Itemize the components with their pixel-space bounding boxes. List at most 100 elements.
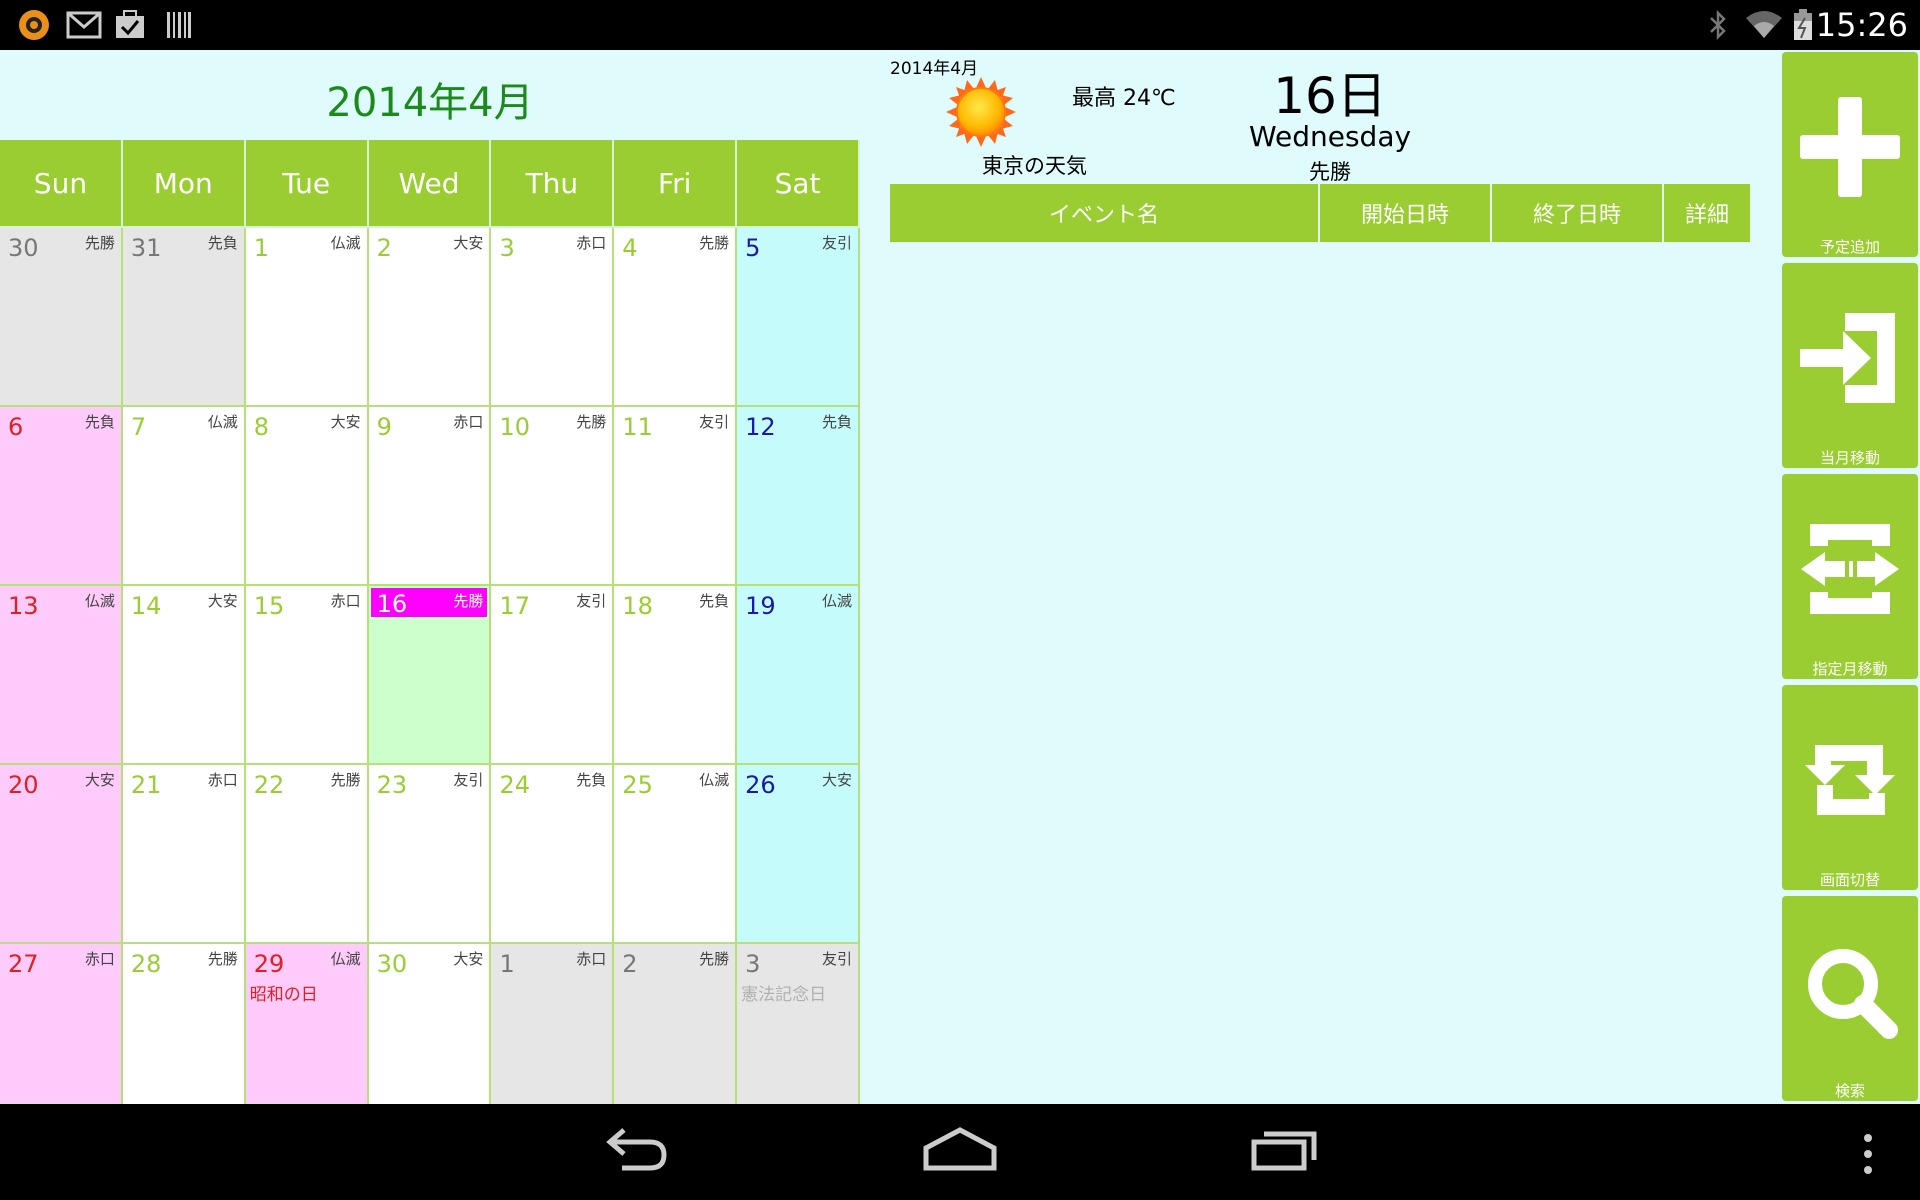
col-start-datetime[interactable]: 開始日時 xyxy=(1320,184,1492,242)
day-cell[interactable]: 22 先勝 xyxy=(245,765,369,944)
day-cell[interactable]: 3 友引 憲法記念日 xyxy=(737,944,861,1104)
plus-icon xyxy=(1800,97,1900,197)
add-event-button[interactable]: 予定追加 xyxy=(1782,52,1918,257)
day-number: 2 xyxy=(622,950,638,978)
day-cell[interactable]: 19 仏滅 xyxy=(737,586,861,765)
gmail-icon xyxy=(66,10,102,40)
day-cell[interactable]: 18 先負 xyxy=(614,586,738,765)
back-icon[interactable] xyxy=(600,1122,672,1186)
day-number: 7 xyxy=(130,413,147,441)
day-cell[interactable]: 5 友引 xyxy=(737,228,861,407)
day-number: 10 xyxy=(499,413,530,441)
day-cell[interactable]: 28 先勝 xyxy=(122,944,246,1104)
day-number: 29 xyxy=(253,950,285,978)
calendar-week: 27 赤口 28 先勝 29 仏滅 昭和の日 30 大安 1 赤口 2 先勝 3 友引 憲法記念日 xyxy=(0,944,861,1104)
move-current-month-button[interactable]: 当月移動 xyxy=(1782,263,1918,468)
wifi-icon xyxy=(1744,10,1784,40)
day-cell[interactable]: 4 先勝 xyxy=(614,228,738,407)
rokuyo-label: 先勝 xyxy=(699,234,730,252)
col-event-name[interactable]: イベント名 xyxy=(890,184,1320,242)
day-cell[interactable]: 15 赤口 xyxy=(245,586,369,765)
day-cell[interactable]: 17 友引 xyxy=(491,586,615,765)
switch-screen-label: 画面切替 xyxy=(1819,871,1880,889)
app-logo-icon xyxy=(18,10,50,40)
day-cell[interactable]: 8 大安 xyxy=(245,407,369,586)
status-clock: 15:26 xyxy=(1815,6,1908,44)
day-cell[interactable]: 2 先勝 xyxy=(614,944,738,1104)
day-cell[interactable]: 12 先負 xyxy=(737,407,861,586)
day-cell[interactable]: 27 赤口 xyxy=(0,944,123,1104)
menu-icon[interactable] xyxy=(1860,1132,1876,1180)
day-number: 12 xyxy=(745,413,776,441)
weekday-sun: Sun xyxy=(0,140,123,228)
sun-icon xyxy=(945,76,1017,148)
day-number: 21 xyxy=(130,771,162,799)
day-number: 28 xyxy=(130,950,162,978)
day-number: 3 xyxy=(499,234,515,262)
day-cell[interactable]: 23 友引 xyxy=(368,765,492,944)
rokuyo-label: 先勝 xyxy=(207,950,238,968)
day-cell[interactable]: 26 大安 xyxy=(737,765,861,944)
col-details[interactable]: 詳細 xyxy=(1664,184,1750,242)
rokuyo-label: 先勝 xyxy=(576,413,607,431)
rokuyo-label: 赤口 xyxy=(453,413,484,431)
holiday-name: 昭和の日 xyxy=(249,985,318,1005)
day-cell[interactable]: 30 大安 xyxy=(368,944,492,1104)
rokuyo-label: 先勝 xyxy=(330,771,361,789)
search-button[interactable]: 検索 xyxy=(1782,896,1918,1101)
day-cell[interactable]: 14 大安 xyxy=(122,586,246,765)
rokuyo-label: 先負 xyxy=(576,771,607,789)
rokuyo-label: 赤口 xyxy=(84,950,115,968)
day-cell[interactable]: 29 仏滅 昭和の日 xyxy=(245,944,369,1104)
day-number: 9 xyxy=(376,413,392,441)
rokuyo-label: 仏滅 xyxy=(330,234,361,252)
rokuyo-label: 大安 xyxy=(822,771,853,789)
day-cell[interactable]: 20 大安 xyxy=(0,765,123,944)
day-number: 4 xyxy=(622,234,638,262)
day-number: 16 xyxy=(376,590,408,618)
day-cell[interactable]: 9 赤口 xyxy=(368,407,492,586)
weekday-wed: Wed xyxy=(368,140,492,228)
move-specified-month-button[interactable]: 指定月移動 xyxy=(1782,474,1918,679)
day-cell[interactable]: 10 先勝 xyxy=(491,407,615,586)
day-number: 5 xyxy=(745,234,761,262)
rokuyo-label: 友引 xyxy=(576,592,607,610)
calendar-week: 13 仏滅 14 大安 15 赤口 16 先勝 17 友引 18 先負 19 仏滅 xyxy=(0,586,861,765)
day-cell[interactable]: 24 先負 xyxy=(491,765,615,944)
day-cell[interactable]: 21 赤口 xyxy=(122,765,246,944)
weekday-fri: Fri xyxy=(614,140,738,228)
day-cell[interactable]: 31 先負 xyxy=(122,228,246,407)
day-number: 8 xyxy=(253,413,269,441)
day-cell[interactable]: 13 仏滅 xyxy=(0,586,123,765)
tasks-icon xyxy=(114,10,146,40)
rokuyo-label: 赤口 xyxy=(330,592,361,610)
day-cell[interactable]: 6 先負 xyxy=(0,407,123,586)
day-cell[interactable]: 2 大安 xyxy=(368,228,492,407)
day-cell[interactable]: 30 先勝 xyxy=(0,228,123,407)
day-number: 1 xyxy=(499,950,515,978)
day-cell[interactable]: 1 赤口 xyxy=(491,944,615,1104)
day-cell[interactable]: 1 仏滅 xyxy=(245,228,369,407)
day-cell-today[interactable]: 16 先勝 xyxy=(368,586,492,765)
switch-screen-icon xyxy=(1805,745,1895,815)
day-cell[interactable]: 3 赤口 xyxy=(491,228,615,407)
switch-screen-button[interactable]: 画面切替 xyxy=(1782,685,1918,890)
day-number: 31 xyxy=(130,234,162,262)
navigation-bar xyxy=(0,1104,1920,1200)
rokuyo-label: 友引 xyxy=(822,234,853,252)
weekday-tue: Tue xyxy=(245,140,369,228)
recents-icon[interactable] xyxy=(1250,1122,1320,1186)
weekday-sat: Sat xyxy=(737,140,861,228)
add-event-label: 予定追加 xyxy=(1819,238,1880,256)
rokuyo-label: 友引 xyxy=(822,950,853,968)
day-number: 22 xyxy=(253,771,285,799)
calendar-week: 6 先負 7 仏滅 8 大安 9 赤口 10 先勝 11 友引 12 先負 xyxy=(0,407,861,586)
day-cell[interactable]: 7 仏滅 xyxy=(122,407,246,586)
day-number: 2 xyxy=(376,234,392,262)
home-icon[interactable] xyxy=(920,1122,1000,1186)
rokuyo-label: 仏滅 xyxy=(330,950,361,968)
day-cell[interactable]: 11 友引 xyxy=(614,407,738,586)
day-cell[interactable]: 25 仏滅 xyxy=(614,765,738,944)
col-end-datetime[interactable]: 終了日時 xyxy=(1492,184,1664,242)
day-number: 6 xyxy=(8,413,24,441)
